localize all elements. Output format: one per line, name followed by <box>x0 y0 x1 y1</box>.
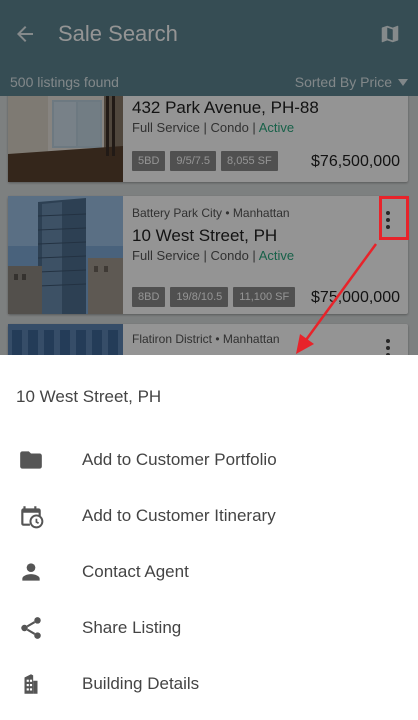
listing-chips: 5BD 9/5/7.5 8,055 SF <box>132 151 278 171</box>
calendar-clock-icon <box>21 506 44 529</box>
rooms-chip: 9/5/7.5 <box>170 151 217 171</box>
listing-list[interactable]: 432 Park Avenue, PH-88 Full Service | Co… <box>0 96 418 355</box>
menu-item-contact-agent[interactable]: Contact Agent <box>0 544 418 600</box>
annotation-highlight-box <box>379 196 409 240</box>
menu-item-share-listing[interactable]: Share Listing <box>0 600 418 656</box>
status-badge: Active <box>258 248 295 263</box>
building-icon <box>24 674 38 694</box>
sort-dropdown[interactable]: Sorted By Price <box>295 74 408 90</box>
menu-item-add-to-portfolio[interactable]: Add to Customer Portfolio <box>0 432 418 488</box>
listing-card[interactable]: Battery Park City • Manhattan 10 West St… <box>8 196 408 314</box>
listing-neighborhood: Flatiron District • Manhattan <box>132 332 280 346</box>
listing-address: 432 Park Avenue, PH-88 <box>132 98 319 117</box>
menu-item-label: Add to Customer Portfolio <box>82 450 277 469</box>
area-chip: 11,100 SF <box>233 287 296 307</box>
listing-count: 500 listings found <box>10 74 119 90</box>
listing-price: $76,500,000 <box>311 153 400 170</box>
more-options-button[interactable] <box>376 332 400 355</box>
listing-price: $75,000,000 <box>311 289 400 306</box>
listing-address: 10 West Street, PH <box>132 226 278 245</box>
status-badge: Active <box>258 120 295 135</box>
map-button[interactable] <box>362 0 418 68</box>
person-icon <box>22 563 40 581</box>
listing-card[interactable]: Flatiron District • Manhattan <box>8 324 408 355</box>
rooms-chip: 19/8/10.5 <box>170 287 229 307</box>
bedrooms-chip: 5BD <box>132 151 166 171</box>
sheet-title: 10 West Street, PH <box>16 387 162 406</box>
listing-photo <box>8 324 123 355</box>
results-bar: 500 listings found Sorted By Price <box>0 68 418 96</box>
listing-chips: 8BD 19/8/10.5 11,100 SF <box>132 287 296 307</box>
menu-item-building-details[interactable]: Building Details <box>0 656 418 712</box>
menu-item-add-to-itinerary[interactable]: Add to Customer Itinerary <box>0 488 418 544</box>
menu-item-label: Building Details <box>82 674 200 693</box>
map-icon <box>381 25 399 43</box>
menu-item-label: Share Listing <box>82 618 182 637</box>
listing-photo <box>8 96 123 182</box>
arrow-left-icon <box>17 26 33 42</box>
back-button[interactable] <box>0 0 50 68</box>
listing-neighborhood: Battery Park City • Manhattan <box>132 206 290 220</box>
listing-photo <box>8 196 123 314</box>
listing-meta: Full Service | Condo | Active <box>132 248 295 263</box>
menu-item-label: Contact Agent <box>82 562 189 581</box>
chevron-down-icon <box>398 78 408 86</box>
folder-icon <box>20 451 42 469</box>
app-bar: Sale Search <box>0 0 418 68</box>
share-icon <box>21 617 41 639</box>
listing-meta: Full Service | Condo | Active <box>132 120 295 135</box>
menu-item-label: Add to Customer Itinerary <box>82 506 276 525</box>
sort-label: Sorted By Price <box>294 74 392 90</box>
bedrooms-chip: 8BD <box>132 287 166 307</box>
area-chip: 8,055 SF <box>221 151 278 171</box>
page-title: Sale Search <box>58 21 178 46</box>
bottom-sheet: 10 West Street, PH Add to Customer Portf… <box>0 355 418 720</box>
listing-card[interactable]: 432 Park Avenue, PH-88 Full Service | Co… <box>8 96 408 182</box>
